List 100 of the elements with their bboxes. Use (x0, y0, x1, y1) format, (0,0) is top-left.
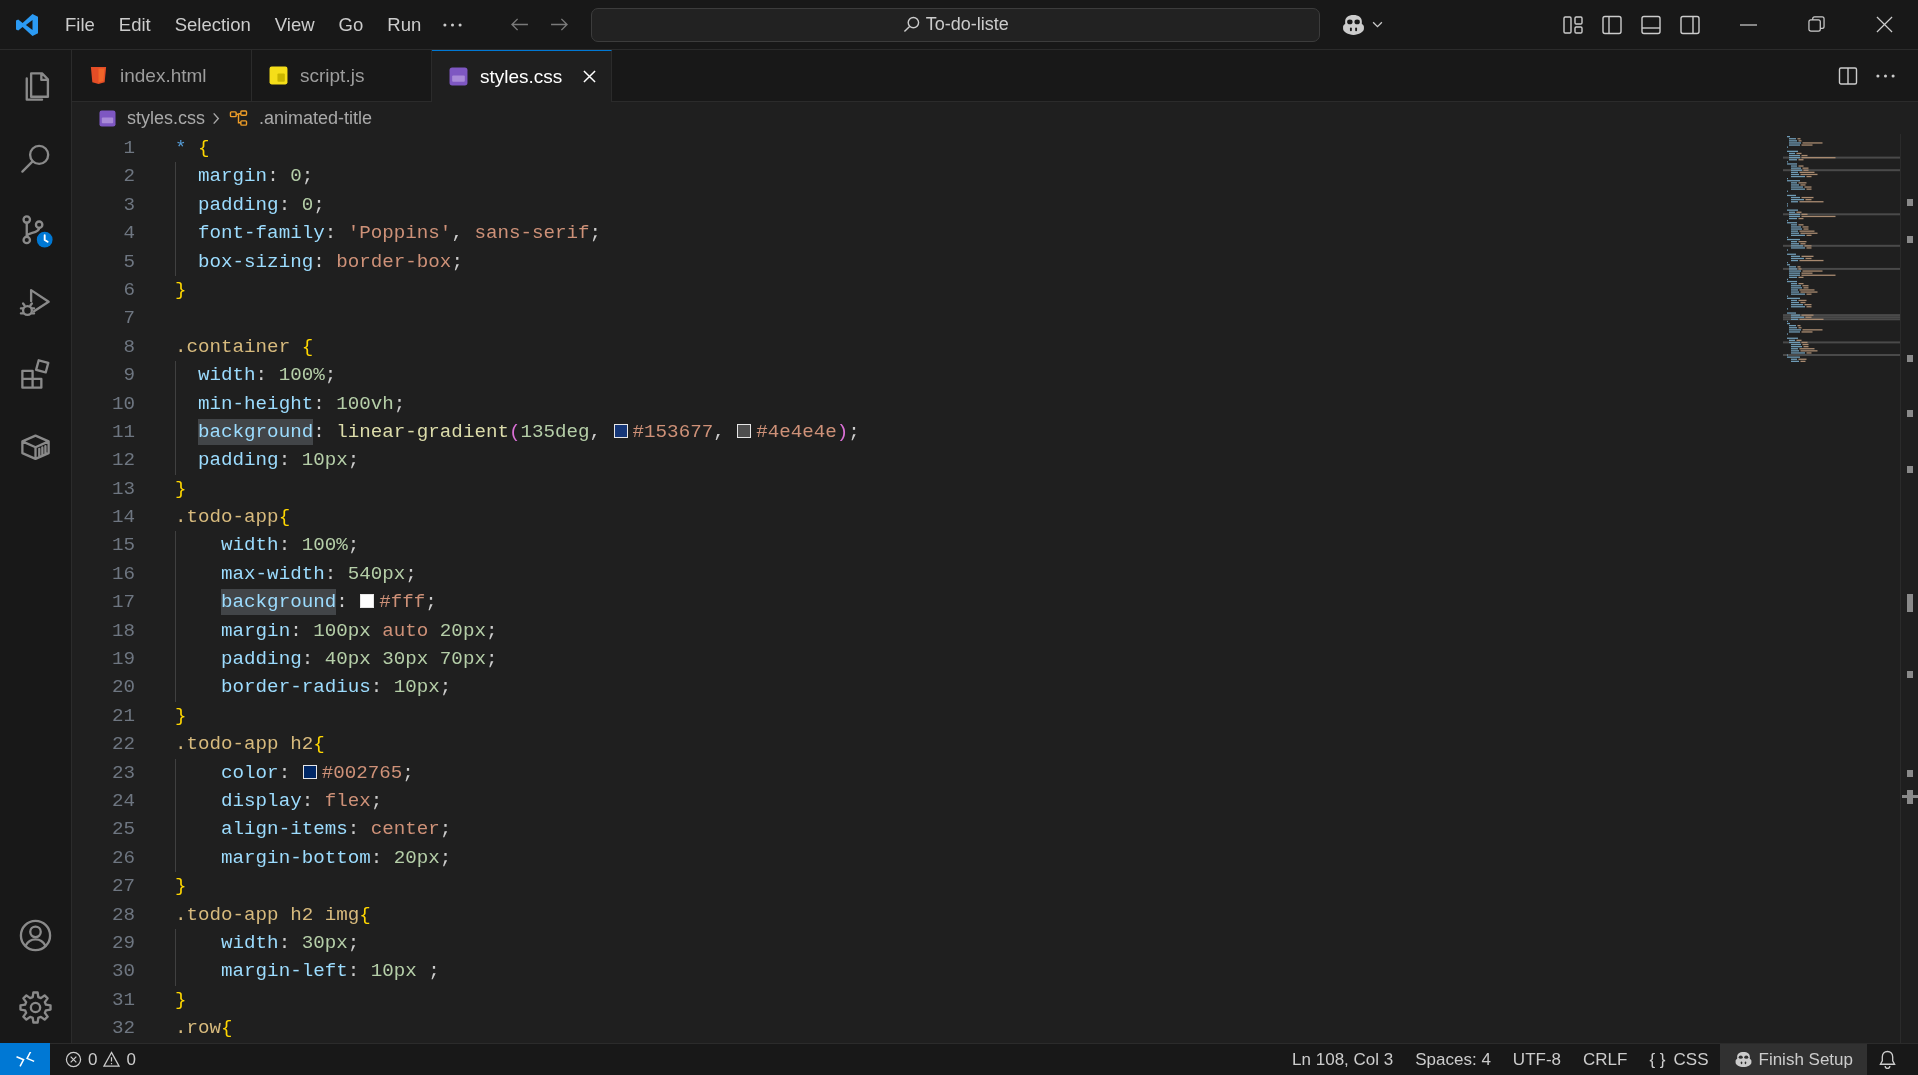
code-text: : (278, 761, 291, 784)
chevron-down-icon[interactable] (1372, 21, 1384, 28)
code-text: : linear-gradient(135deg, (313, 420, 602, 443)
menu-item[interactable]: Run (375, 8, 434, 41)
app-logo-icon (16, 13, 38, 36)
code-text: font-family (198, 222, 325, 245)
code-text: margin (221, 619, 291, 642)
square-tile-icon (449, 67, 468, 86)
line-number: 13 (111, 477, 135, 500)
code-text: : (336, 591, 348, 614)
sidebar-left-icon[interactable] (1601, 13, 1623, 36)
line-number: 28 (111, 903, 135, 926)
menu-item[interactable]: File (53, 8, 107, 41)
status-item[interactable]: Spaces: 4 (1404, 1044, 1502, 1075)
more-icon[interactable] (443, 22, 463, 27)
problems-button[interactable]: 0 0 (54, 1044, 147, 1075)
code-text: : 'Poppins', sans-serif; (324, 222, 602, 245)
line-number: 19 (111, 648, 135, 671)
line-number: 17 (111, 591, 135, 614)
breadcrumb-item[interactable]: styles.css (99, 107, 205, 129)
code-text: #153677, (632, 420, 725, 443)
bell-icon[interactable] (1879, 1050, 1896, 1069)
line-number: 5 (123, 250, 135, 273)
code-text: : 10px; (370, 676, 452, 699)
square-tile-icon (269, 66, 288, 85)
line-number: 15 (111, 534, 135, 557)
line-number: 11 (111, 420, 135, 443)
close-icon[interactable] (1875, 16, 1893, 33)
tab[interactable]: styles.css (432, 50, 612, 102)
robot-icon[interactable] (1341, 13, 1367, 36)
line-number: 32 (111, 1017, 135, 1040)
minimize-icon[interactable] (1739, 23, 1757, 26)
code-text: : border-box; (313, 250, 463, 273)
account-icon[interactable] (18, 917, 53, 953)
code-text: display (221, 790, 302, 812)
code-text: #fff; (379, 591, 437, 614)
warning-icon (103, 1051, 121, 1068)
layout-icon[interactable] (1562, 13, 1584, 36)
command-center[interactable]: To-do-liste (591, 7, 1321, 42)
code-text: : 10px ; (347, 960, 440, 983)
code-text: margin-bottom (221, 846, 371, 869)
sidebar-right-icon[interactable] (1679, 13, 1701, 36)
code-text: min-height (198, 392, 314, 415)
search-icon (902, 16, 920, 33)
more-icon[interactable] (1876, 73, 1895, 78)
code-text: } (175, 278, 187, 301)
line-number: 10 (111, 392, 135, 415)
menu-item[interactable]: Selection (162, 8, 263, 41)
remote-button[interactable] (0, 1043, 50, 1075)
code-text: width (221, 931, 279, 954)
split-editor-icon[interactable] (1838, 65, 1858, 86)
line-number: 6 (123, 278, 135, 301)
class-symbol-icon (229, 109, 248, 127)
code-text: margin (198, 165, 268, 188)
status-item[interactable]: UTF-8 (1501, 1044, 1573, 1075)
color-swatch-icon[interactable] (360, 594, 375, 609)
error-icon (65, 1051, 82, 1068)
menu-item[interactable]: Go (326, 8, 376, 41)
square-tile-icon (99, 109, 116, 127)
line-number: 23 (111, 761, 135, 784)
line-number: 20 (111, 676, 135, 699)
line-number: 18 (111, 619, 135, 642)
settings-icon[interactable] (18, 989, 53, 1025)
restore-icon[interactable] (1807, 16, 1825, 33)
code-text: margin-left (221, 960, 348, 983)
code-text: : 100%; (255, 364, 337, 387)
scrollbar[interactable] (1900, 134, 1918, 1043)
forward-arrow-icon[interactable] (550, 17, 570, 32)
code-text: : 30px; (278, 931, 360, 954)
code-text: .container { (175, 335, 314, 358)
code-text: * { (175, 137, 210, 159)
back-arrow-icon[interactable] (510, 17, 530, 32)
line-number: 3 (123, 193, 135, 216)
line-number: 16 (111, 562, 135, 585)
code-text: max-width (221, 562, 325, 585)
line-number: 29 (111, 931, 135, 954)
status-item[interactable]: Ln 108, Col 3 (1281, 1044, 1405, 1075)
color-swatch-icon[interactable] (302, 764, 317, 779)
breadcrumb-item[interactable]: .animated-title (229, 107, 373, 129)
remote-icon (15, 1051, 35, 1067)
line-number: 14 (111, 506, 135, 529)
code-text: width (198, 364, 256, 387)
color-swatch-icon[interactable] (613, 423, 628, 438)
line-number: 2 (123, 165, 135, 188)
code-text: .row{ (175, 1017, 233, 1040)
code-text: : 100px auto 20px; (290, 619, 498, 642)
menu-item[interactable]: View (262, 8, 327, 41)
finish-setup-button[interactable]: Finish Setup (1719, 1044, 1867, 1075)
code-text: : 100vh; (313, 392, 406, 415)
language-mode-button[interactable]: { } CSS (1638, 1044, 1720, 1075)
code-text: : 0; (267, 165, 314, 188)
code-text: border-radius (221, 676, 371, 699)
code-text: padding (198, 449, 279, 472)
line-number: 30 (111, 960, 135, 983)
menu-item[interactable]: Edit (106, 8, 163, 41)
code-text: : 540px; (324, 562, 417, 585)
panel-bottom-icon[interactable] (1640, 13, 1662, 36)
color-swatch-icon[interactable] (737, 423, 752, 438)
code-text: } (175, 704, 187, 727)
status-item[interactable]: CRLF (1572, 1044, 1639, 1075)
